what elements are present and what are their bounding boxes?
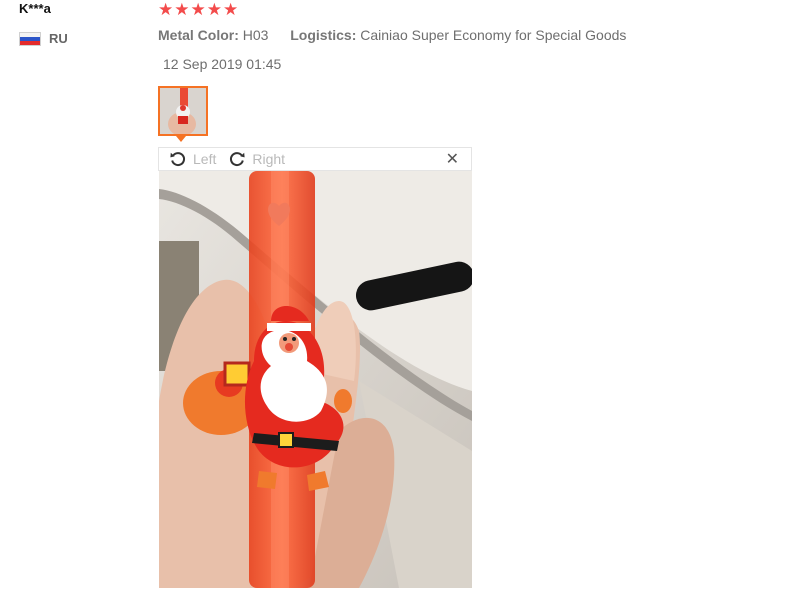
image-viewer-toolbar: Left Right ✕ (158, 147, 472, 171)
flag-ru-icon (19, 31, 41, 46)
thumbnail-image (160, 88, 206, 134)
metal-color-value: H03 (242, 27, 269, 43)
rotate-right-icon (230, 152, 245, 167)
rotate-left-icon (170, 152, 185, 167)
star-icon: ★ (206, 0, 222, 19)
star-icon: ★ (223, 0, 239, 19)
review-photo-thumbnail[interactable] (158, 86, 208, 136)
rotate-left-label: Left (193, 151, 217, 167)
logistics-label: Logistics: (290, 27, 357, 43)
thumbnail-active-indicator (176, 136, 186, 142)
rotate-left-button[interactable]: Left (169, 150, 216, 168)
star-rating: ★ ★ ★ ★ ★ (158, 0, 238, 20)
rotate-right-label: Right (252, 151, 286, 167)
star-icon: ★ (158, 0, 174, 19)
close-icon[interactable]: ✕ (446, 149, 459, 169)
review-photo-image (159, 171, 472, 588)
reviewer-country: RU (19, 31, 68, 46)
star-icon: ★ (174, 0, 190, 19)
country-code: RU (49, 31, 68, 46)
review-date: 12 Sep 2019 01:45 (163, 56, 282, 72)
review-photo-large (159, 171, 472, 588)
star-icon: ★ (190, 0, 206, 19)
rotate-right-button[interactable]: Right (228, 150, 285, 168)
metal-color-label: Metal Color: (158, 27, 239, 43)
reviewer-name: K***a (19, 1, 51, 16)
review-attributes: Metal Color: H03 Logistics: Cainiao Supe… (158, 27, 626, 43)
logistics-value: Cainiao Super Economy for Special Goods (360, 27, 627, 43)
